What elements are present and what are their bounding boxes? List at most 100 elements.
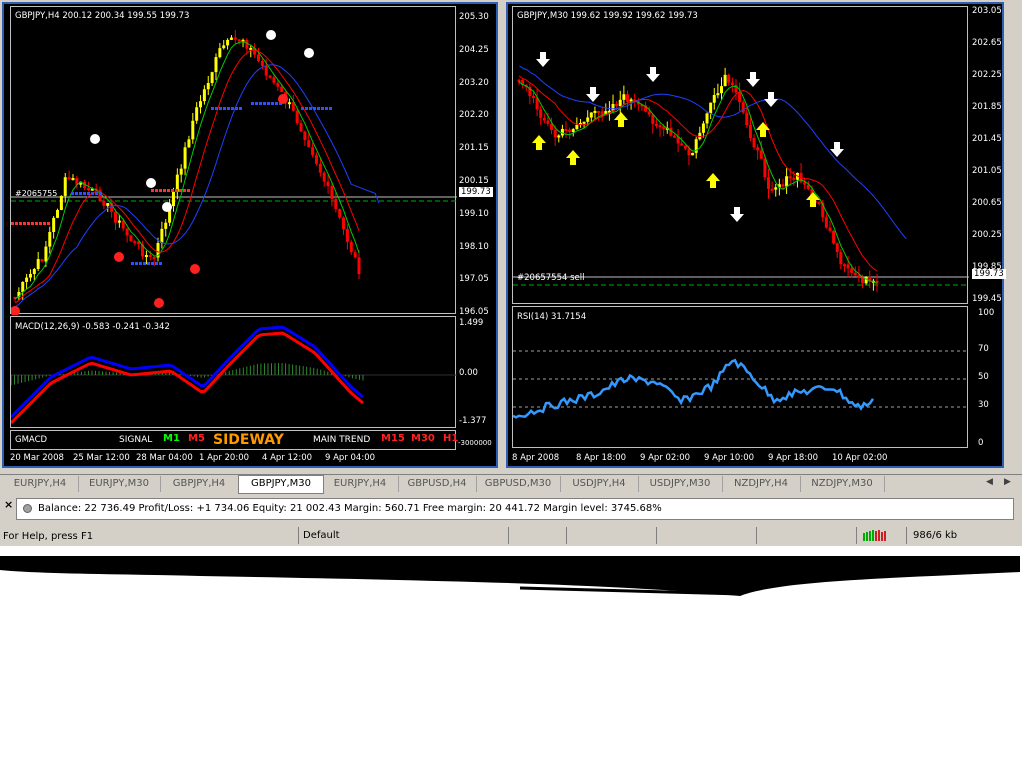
candle-body — [195, 107, 199, 121]
price-pane[interactable]: GBPJPY,H4 200.12 200.34 199.55 199.73 #2… — [10, 6, 457, 315]
rsi-scale-label: 0 — [978, 438, 984, 448]
signal-circle-icon — [278, 94, 288, 104]
tab-gbpjpy-m30[interactable]: GBPJPY,M30 — [238, 475, 324, 494]
tab-eurjpy-m30[interactable]: EURJPY,M30 — [78, 476, 161, 492]
scribble-redaction — [0, 556, 1020, 596]
support-dot — [227, 107, 230, 110]
support-dot — [223, 107, 226, 110]
buy-arrow-icon — [532, 135, 546, 150]
support-dot — [313, 107, 316, 110]
candle-body — [106, 203, 110, 206]
candle-body — [160, 228, 164, 244]
candle-body — [237, 39, 241, 42]
candle-body — [67, 177, 71, 180]
gmacd-pane[interactable]: GMACD SIGNAL M1 M5 SIDEWAY MAIN TREND M1… — [10, 430, 458, 450]
candle-body — [542, 117, 546, 121]
sell-arrow-icon — [586, 87, 600, 102]
signal-circle-icon — [190, 264, 200, 274]
chart-window-gbpjpy-h4[interactable]: GBPJPY,H4 200.12 200.34 199.55 199.73 #2… — [2, 2, 498, 468]
time-axis-label: 9 Apr 02:00 — [640, 453, 691, 463]
macd-label: MACD(12,26,9) -0.583 -0.241 -0.342 — [15, 322, 170, 332]
candle-body — [40, 259, 44, 262]
price-scale-label: 196.05 — [459, 307, 489, 318]
resistance-dot — [15, 222, 18, 225]
tab-nzdjpy-h4[interactable]: NZDJPY,H4 — [722, 476, 801, 492]
candle-body — [222, 45, 226, 49]
terminal-panel: × Balance: 22 736.49 Profit/Loss: +1 734… — [0, 495, 1022, 525]
candle-body — [280, 86, 284, 93]
support-dot — [305, 107, 308, 110]
price-pane[interactable]: GBPJPY,M30 199.62 199.92 199.62 199.73 #… — [512, 6, 969, 304]
candle-body — [129, 235, 133, 242]
candle-body — [568, 129, 572, 132]
close-terminal-icon[interactable]: × — [4, 498, 13, 511]
price-scale-label: 199.10 — [459, 208, 489, 219]
account-summary-text: Balance: 22 736.49 Profit/Loss: +1 734.0… — [38, 503, 662, 514]
candle-body — [752, 138, 756, 148]
price-scale-label: 200.25 — [972, 230, 1002, 240]
support-dot — [211, 107, 214, 110]
candle-body — [658, 125, 662, 128]
rsi-pane[interactable]: RSI(14) 31.7154 — [512, 306, 969, 448]
rsi-scale-label: 70 — [978, 344, 989, 354]
tab-scroll-left-icon[interactable]: ◀ — [986, 477, 993, 487]
traffic-text: 986/6 kb — [906, 527, 1020, 544]
candle-body — [727, 74, 731, 83]
support-dot — [301, 107, 304, 110]
signal-circle-icon — [146, 178, 156, 188]
account-summary-row[interactable]: Balance: 22 736.49 Profit/Loss: +1 734.0… — [16, 498, 1014, 520]
current-price-box: 199.73 — [972, 269, 1006, 279]
chart-window-gbpjpy-m30[interactable]: GBPJPY,M30 199.62 199.92 199.62 199.73 #… — [506, 2, 1006, 468]
candle-body — [71, 178, 75, 181]
time-axis-label: 9 Apr 18:00 — [768, 453, 819, 463]
status-cell-empty-1 — [508, 527, 566, 544]
main-trend-label: MAIN TREND — [313, 435, 371, 445]
moving-average-blue — [519, 65, 907, 240]
tab-gbpusd-m30[interactable]: GBPUSD,M30 — [476, 476, 561, 492]
support-dot — [155, 262, 158, 265]
support-dot — [321, 107, 324, 110]
m1-indicator: M1 — [163, 433, 180, 444]
rsi-label: RSI(14) 31.7154 — [517, 312, 587, 322]
tab-gbpusd-h4[interactable]: GBPUSD,H4 — [398, 476, 477, 492]
macd-scale-top: 1.499 — [459, 318, 484, 328]
support-dot — [91, 192, 94, 195]
m30-indicator: M30 — [411, 433, 435, 444]
candle-body — [260, 60, 264, 66]
tab-gbpjpy-h4[interactable]: GBPJPY,H4 — [160, 476, 239, 492]
candle-body — [345, 229, 349, 242]
price-scale-label: 200.15 — [459, 176, 489, 186]
support-dot — [275, 102, 278, 105]
tab-eurjpy-h4[interactable]: EURJPY,H4 — [322, 476, 399, 492]
candle-body — [44, 246, 48, 262]
sell-arrow-icon — [764, 92, 778, 107]
tab-scroll-right-icon[interactable]: ▶ — [1004, 477, 1011, 487]
support-dot — [255, 102, 258, 105]
candle-body — [199, 101, 203, 108]
tab-eurjpy-h4[interactable]: EURJPY,H4 — [2, 476, 79, 492]
tab-usdjpy-m30[interactable]: USDJPY,M30 — [638, 476, 723, 492]
rsi-chart-canvas — [513, 350, 969, 419]
time-axis-label: 20 Mar 2008 — [10, 453, 64, 463]
buy-arrow-icon — [756, 122, 770, 137]
m15-indicator: M15 — [381, 433, 405, 444]
candle-body — [571, 129, 575, 132]
macd-pane[interactable]: MACD(12,26,9) -0.583 -0.241 -0.342 — [10, 316, 457, 428]
status-cell-empty-4 — [756, 527, 856, 544]
candle-body — [531, 96, 535, 99]
rsi-scale-label: 100 — [978, 308, 995, 318]
support-dot — [219, 107, 222, 110]
resistance-dot — [171, 189, 174, 192]
resistance-dot — [31, 222, 34, 225]
sell-arrow-icon — [536, 52, 550, 67]
candle-body — [730, 82, 734, 85]
candle-body — [785, 176, 789, 187]
tab-nzdjpy-m30[interactable]: NZDJPY,M30 — [800, 476, 885, 492]
candle-body — [52, 217, 56, 232]
time-axis-label: 1 Apr 20:00 — [199, 453, 250, 463]
candle-body — [767, 177, 771, 189]
tab-usdjpy-h4[interactable]: USDJPY,H4 — [560, 476, 639, 492]
candle-body — [287, 102, 291, 105]
candle-body — [36, 259, 40, 269]
candle-body — [557, 135, 561, 138]
